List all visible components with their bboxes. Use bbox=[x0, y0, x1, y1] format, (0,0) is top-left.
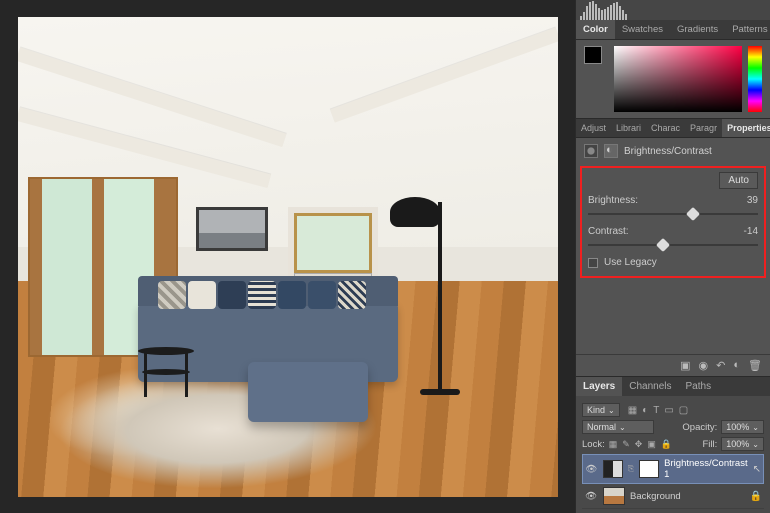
lock-all-icon[interactable]: 🔒 bbox=[661, 439, 672, 450]
clip-icon[interactable]: ▣ bbox=[680, 359, 690, 372]
properties-footer-icons: ▣ ◉ ↶ ◐ 🗑 bbox=[576, 354, 770, 376]
opacity-label: Opacity: bbox=[682, 422, 717, 433]
tab-properties[interactable]: Properties bbox=[722, 119, 770, 137]
histogram bbox=[576, 0, 770, 20]
layer-item-adjustment[interactable]: 👁 ⎘ Brightness/Contrast 1 ↖ bbox=[582, 454, 764, 484]
tab-adjustments[interactable]: Adjust bbox=[576, 119, 611, 137]
tab-libraries[interactable]: Librari bbox=[611, 119, 646, 137]
tab-swatches[interactable]: Swatches bbox=[615, 20, 670, 39]
layer-name[interactable]: Background bbox=[630, 491, 681, 502]
hue-slider[interactable] bbox=[748, 46, 762, 112]
lock-artboard-icon[interactable]: ▣ bbox=[647, 439, 656, 450]
opacity-value[interactable]: 100% bbox=[721, 420, 764, 434]
tab-patterns[interactable]: Patterns bbox=[725, 20, 770, 39]
layer-item-background[interactable]: 👁 Background 🔒 bbox=[582, 484, 764, 509]
brightness-contrast-icon bbox=[584, 144, 598, 158]
use-legacy-checkbox[interactable] bbox=[588, 258, 598, 268]
layer-name[interactable]: Brightness/Contrast 1 bbox=[664, 458, 747, 480]
visibility-toggle-icon[interactable]: 👁 bbox=[585, 464, 598, 475]
visibility-icon[interactable]: ◐ bbox=[733, 359, 740, 372]
layers-panel-body: Kind ▦ ◐ T ▭ ▢ Normal Opacity: 100% Lock… bbox=[576, 396, 770, 513]
delete-adjustment-icon[interactable]: 🗑 bbox=[748, 359, 762, 372]
adjustment-name: Brightness/Contrast bbox=[624, 146, 712, 157]
tab-color[interactable]: Color bbox=[576, 20, 615, 39]
cursor-icon: ↖ bbox=[753, 464, 761, 475]
filter-smart-icon[interactable]: ▢ bbox=[679, 405, 688, 416]
adjustment-mask-icon bbox=[604, 144, 618, 158]
filter-shape-icon[interactable]: ▭ bbox=[664, 405, 673, 416]
tab-channels[interactable]: Channels bbox=[622, 377, 678, 396]
fill-value[interactable]: 100% bbox=[721, 437, 764, 451]
color-field[interactable] bbox=[614, 46, 742, 112]
right-panel: Color Swatches Gradients Patterns Adjust… bbox=[575, 0, 770, 513]
use-legacy-label: Use Legacy bbox=[604, 257, 657, 268]
tab-paths[interactable]: Paths bbox=[679, 377, 719, 396]
contrast-value[interactable]: -14 bbox=[744, 226, 758, 237]
brightness-label: Brightness: bbox=[588, 195, 638, 206]
view-previous-icon[interactable]: ◉ bbox=[699, 359, 709, 372]
blend-mode-select[interactable]: Normal bbox=[582, 420, 654, 434]
document-photo[interactable] bbox=[18, 17, 558, 497]
mask-thumb-icon[interactable] bbox=[639, 460, 659, 478]
reset-icon[interactable]: ↶ bbox=[716, 359, 725, 372]
filter-adjustment-icon[interactable]: ◐ bbox=[642, 405, 648, 416]
brightness-contrast-controls: Auto Brightness: 39 Contrast: -14 Use Le… bbox=[580, 166, 766, 278]
canvas-area[interactable] bbox=[0, 0, 575, 513]
tab-paragraph[interactable]: Paragr bbox=[685, 119, 722, 137]
auto-button[interactable]: Auto bbox=[719, 172, 758, 189]
color-picker-section bbox=[576, 40, 770, 118]
tab-character[interactable]: Charac bbox=[646, 119, 685, 137]
layers-tabs: Layers Channels Paths bbox=[576, 376, 770, 396]
brightness-slider[interactable] bbox=[588, 208, 758, 220]
lock-position-icon[interactable]: ✥ bbox=[635, 439, 643, 450]
adjustment-thumb-icon bbox=[603, 460, 623, 478]
contrast-slider[interactable] bbox=[588, 239, 758, 251]
brightness-value[interactable]: 39 bbox=[747, 195, 758, 206]
filter-type-icon[interactable]: T bbox=[653, 405, 659, 416]
filter-pixel-icon[interactable]: ▦ bbox=[628, 405, 637, 416]
properties-header: Brightness/Contrast bbox=[576, 138, 770, 164]
link-mask-icon[interactable]: ⎘ bbox=[628, 464, 634, 474]
lock-icon: 🔒 bbox=[750, 491, 762, 502]
lock-pixels-icon[interactable]: ✎ bbox=[622, 439, 630, 450]
visibility-toggle-icon[interactable]: 👁 bbox=[584, 491, 598, 502]
tab-layers[interactable]: Layers bbox=[576, 377, 622, 396]
layer-thumb-icon bbox=[603, 487, 625, 505]
properties-tabs: Adjust Librari Charac Paragr Properties bbox=[576, 118, 770, 138]
contrast-label: Contrast: bbox=[588, 226, 629, 237]
foreground-swatch[interactable] bbox=[584, 46, 602, 64]
lock-transparency-icon[interactable]: ▦ bbox=[609, 439, 618, 450]
tab-gradients[interactable]: Gradients bbox=[670, 20, 725, 39]
lock-label: Lock: bbox=[582, 439, 605, 450]
fill-label: Fill: bbox=[702, 439, 717, 450]
color-tabs: Color Swatches Gradients Patterns bbox=[576, 20, 770, 40]
layer-filter-kind[interactable]: Kind bbox=[582, 403, 620, 417]
